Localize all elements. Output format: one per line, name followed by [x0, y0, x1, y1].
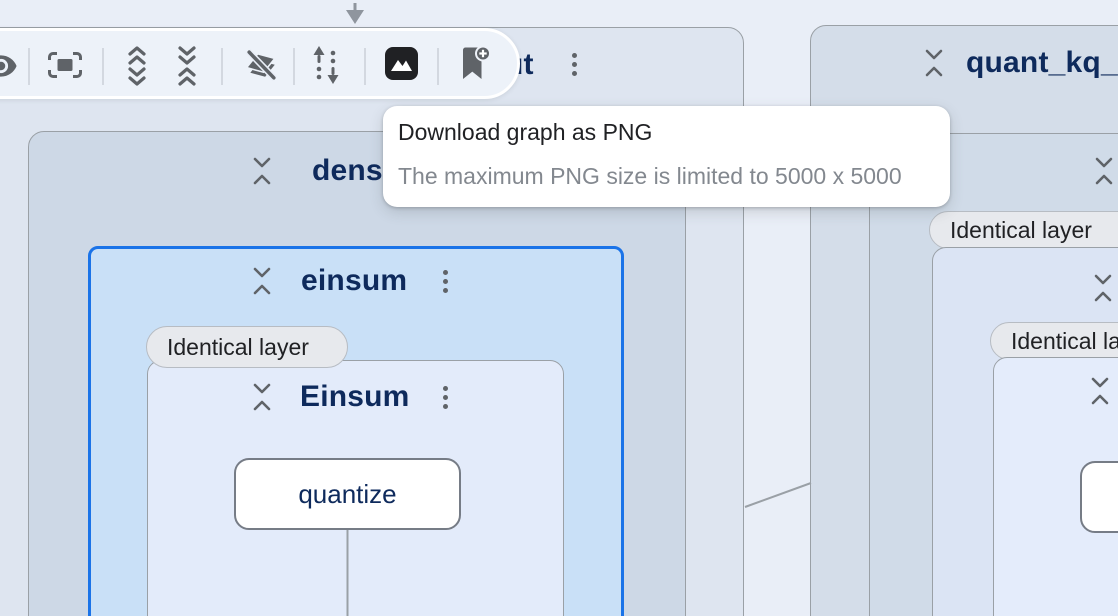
toolbar-separator — [293, 48, 295, 85]
expand-all-layers-icon[interactable] — [126, 44, 148, 88]
op-node-right-partial[interactable] — [1080, 461, 1118, 533]
graph-canvas[interactable]: ut dens einsum Identical layer Einsum qu… — [0, 0, 1118, 616]
layer-menu-einsum[interactable] — [441, 268, 450, 295]
toolbar-separator — [364, 48, 366, 85]
visibility-icon[interactable] — [0, 49, 18, 83]
identical-layer-badge-right-2: Identical layer — [990, 322, 1118, 360]
layer-title-einsum: einsum — [301, 264, 407, 298]
op-node-quantize[interactable]: quantize — [234, 458, 461, 530]
collapse-icon-right-a[interactable] — [1093, 156, 1115, 186]
layer-title-quant-kq: quant_kq_ — [966, 46, 1118, 80]
download-png-tooltip: Download graph as PNG The maximum PNG si… — [383, 106, 950, 207]
toolbar-separator — [221, 48, 223, 85]
trace-inputs-outputs-icon[interactable] — [311, 45, 341, 85]
layer-title-dens: dens — [312, 154, 383, 188]
op-node-quantize-label: quantize — [298, 479, 396, 510]
toolbar-separator — [437, 48, 439, 85]
collapse-icon-dens[interactable] — [251, 156, 273, 186]
tooltip-title: Download graph as PNG — [398, 119, 652, 146]
identical-layer-badge-right-1: Identical layer — [929, 211, 1118, 249]
drop-arrow-icon — [346, 3, 364, 24]
download-png-icon[interactable] — [385, 47, 418, 80]
layer-menu-out[interactable] — [570, 51, 579, 78]
layer-title-einsum-inner: Einsum — [300, 380, 410, 414]
collapse-icon-quant-kq[interactable] — [923, 48, 945, 78]
collapse-icon-right-b[interactable] — [1092, 273, 1114, 303]
collapse-all-layers-icon[interactable] — [176, 44, 198, 88]
toolbar-separator — [102, 48, 104, 85]
fit-to-screen-icon[interactable] — [48, 52, 82, 78]
collapse-icon-einsum[interactable] — [251, 266, 273, 296]
layer-menu-einsum-inner[interactable] — [441, 384, 450, 411]
collapse-icon-right-c[interactable] — [1089, 376, 1111, 406]
toolbar-separator — [28, 48, 30, 85]
collapse-icon-einsum-inner[interactable] — [251, 382, 273, 412]
add-bookmark-icon[interactable] — [459, 46, 491, 82]
flatten-layers-off-icon[interactable] — [243, 47, 280, 84]
tooltip-subtitle: The maximum PNG size is limited to 5000 … — [398, 163, 902, 190]
identical-layer-badge-left: Identical layer — [146, 326, 348, 368]
